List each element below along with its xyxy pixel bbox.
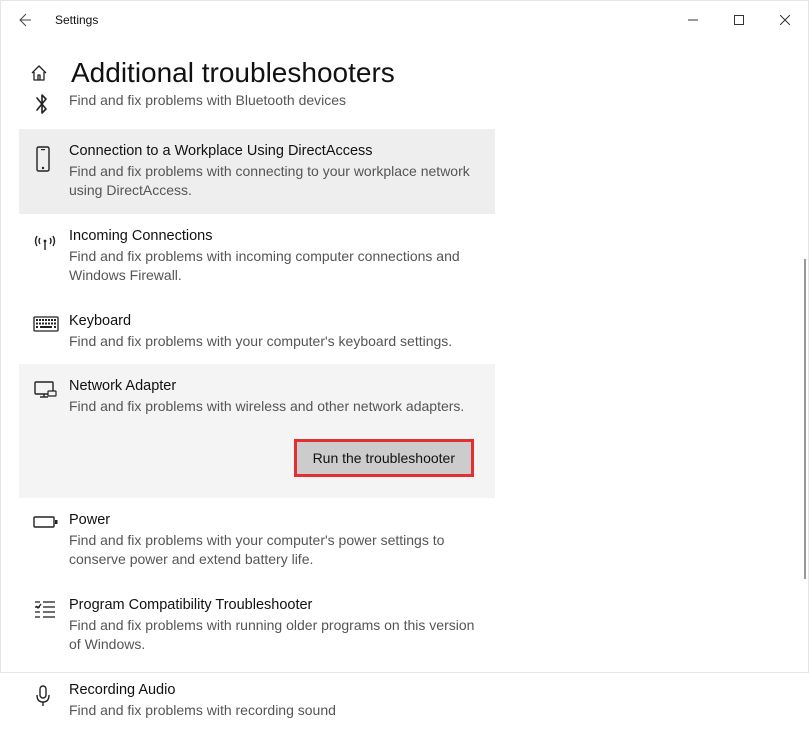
home-icon: [29, 63, 49, 83]
arrow-left-icon: [16, 12, 32, 28]
item-title: Recording Audio: [69, 682, 475, 698]
microphone-icon: [33, 684, 53, 708]
phone-icon: [33, 145, 53, 173]
item-desc: Find and fix problems with your computer…: [69, 332, 475, 351]
window-controls: [670, 1, 808, 39]
run-troubleshooter-button[interactable]: Run the troubleshooter: [295, 440, 473, 476]
keyboard-icon: [33, 315, 59, 333]
item-title: Connection to a Workplace Using DirectAc…: [69, 143, 475, 159]
item-title: Keyboard: [69, 313, 475, 329]
page-title: Additional troubleshooters: [71, 57, 395, 89]
window-title: Settings: [55, 13, 670, 27]
item-title: Network Adapter: [69, 378, 475, 394]
item-desc: Find and fix problems with wireless and …: [69, 397, 475, 416]
item-desc: Find and fix problems with Bluetooth dev…: [69, 91, 475, 110]
item-title: Program Compatibility Troubleshooter: [69, 597, 475, 613]
list-check-icon: [33, 599, 57, 619]
troubleshooter-bluetooth[interactable]: Bluetooth Find and fix problems with Blu…: [19, 89, 495, 129]
monitor-icon: [33, 380, 57, 402]
item-desc: Find and fix problems with running older…: [69, 616, 475, 654]
scrollbar[interactable]: [804, 259, 806, 579]
bluetooth-icon: [33, 93, 51, 115]
minimize-button[interactable]: [670, 1, 716, 39]
troubleshooter-directaccess[interactable]: Connection to a Workplace Using DirectAc…: [19, 129, 495, 214]
troubleshooter-recording-audio[interactable]: Recording Audio Find and fix problems wi…: [19, 668, 495, 734]
item-desc: Find and fix problems with incoming comp…: [69, 247, 475, 285]
troubleshooter-power[interactable]: Power Find and fix problems with your co…: [19, 498, 495, 583]
home-button[interactable]: [29, 63, 49, 83]
maximize-button[interactable]: [716, 1, 762, 39]
battery-icon: [33, 514, 59, 530]
troubleshooter-incoming[interactable]: Incoming Connections Find and fix proble…: [19, 214, 495, 299]
item-desc: Find and fix problems with your computer…: [69, 531, 475, 569]
item-title: Incoming Connections: [69, 228, 475, 244]
item-title: Power: [69, 512, 475, 528]
item-desc: Find and fix problems with recording sou…: [69, 701, 475, 720]
close-button[interactable]: [762, 1, 808, 39]
titlebar: Settings: [1, 1, 808, 39]
troubleshooter-compat[interactable]: Program Compatibility Troubleshooter Fin…: [19, 583, 495, 668]
troubleshooter-network-adapter[interactable]: Network Adapter Find and fix problems wi…: [19, 364, 495, 498]
page-header: Additional troubleshooters: [1, 39, 808, 95]
troubleshooter-keyboard[interactable]: Keyboard Find and fix problems with your…: [19, 299, 495, 365]
item-desc: Find and fix problems with connecting to…: [69, 162, 475, 200]
signal-icon: [33, 230, 57, 252]
back-button[interactable]: [15, 11, 33, 29]
troubleshooter-list: Bluetooth Find and fix problems with Blu…: [19, 89, 495, 734]
